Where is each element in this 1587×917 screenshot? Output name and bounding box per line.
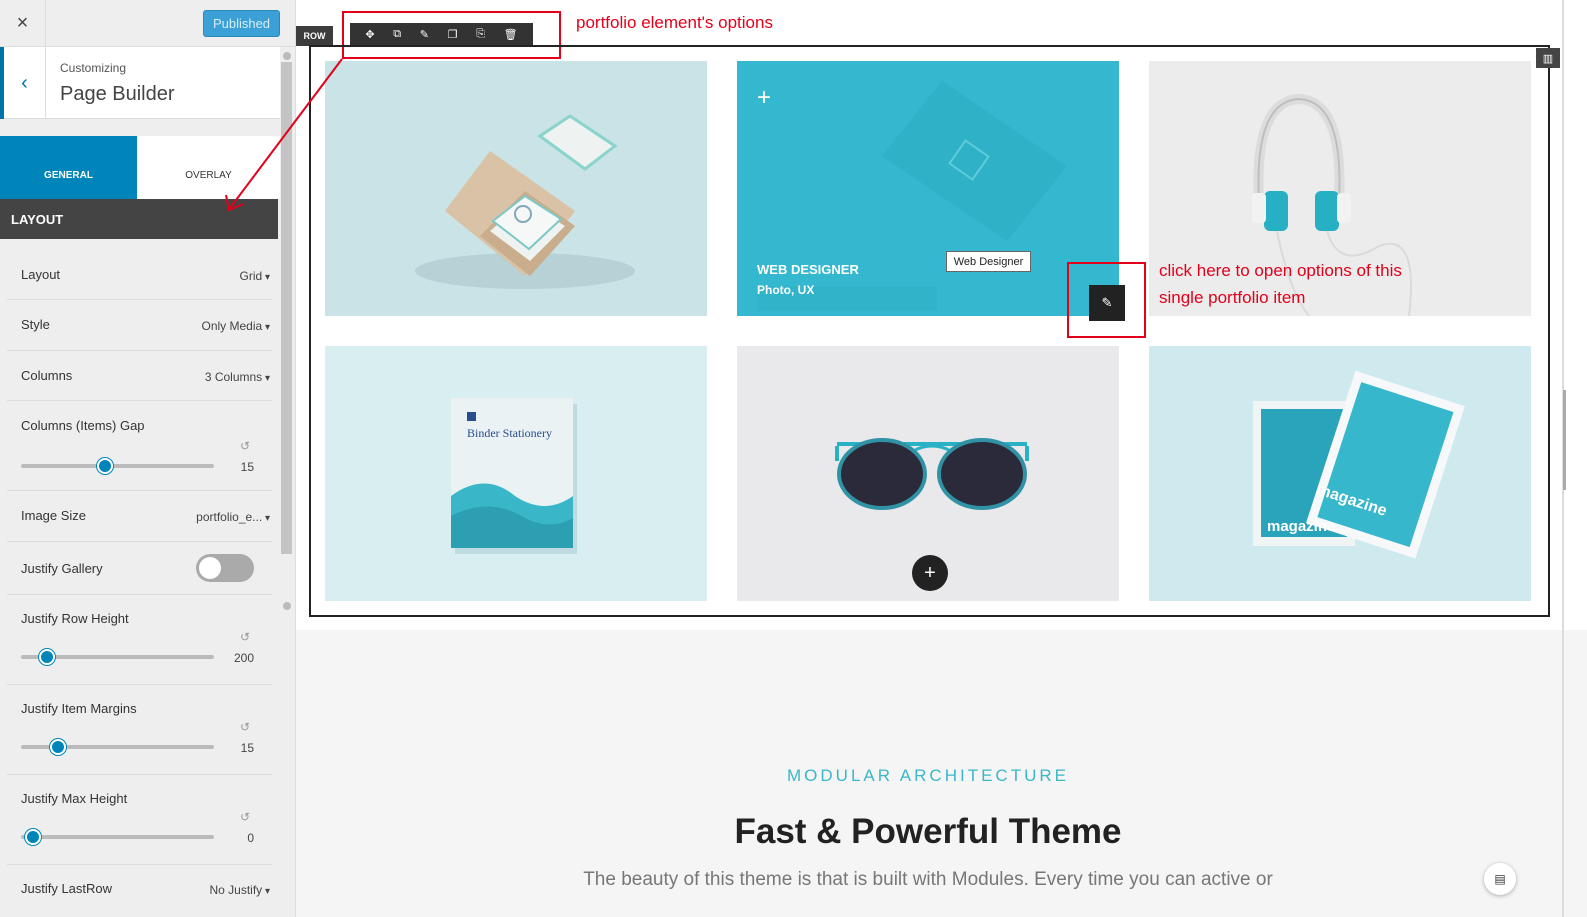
tab-general[interactable]: GENERAL [0, 136, 137, 199]
justify-gallery-toggle[interactable] [196, 554, 254, 582]
binder-stationery-image [325, 346, 707, 601]
annotation-box-edit [1067, 262, 1146, 338]
sidebar-topbar: × Published [0, 0, 295, 47]
justify-max-height-value: 0 [247, 831, 254, 845]
section-description: The beauty of this theme is that is buil… [583, 869, 1273, 890]
justify-gallery-label: Justify Gallery [21, 561, 103, 576]
image-size-field: Image Size portfolio_e... [7, 491, 272, 542]
sidebar-scrollbar-thumb[interactable] [281, 62, 292, 554]
close-icon[interactable]: × [0, 0, 46, 47]
justify-row-height-field: Justify Row Height ↺ 200 [7, 595, 272, 685]
columns-gap-label: Columns (Items) Gap [21, 418, 145, 433]
column-icon[interactable]: ▥ [1536, 48, 1560, 68]
portfolio-item-title: WEB DESIGNER [757, 262, 859, 277]
section-kicker: MODULAR ARCHITECTURE [787, 766, 1069, 785]
justify-item-margins-label: Justify Item Margins [21, 701, 137, 716]
page-scrollbar-thumb[interactable] [1563, 390, 1566, 490]
justify-item-margins-value: 15 [240, 741, 254, 755]
justify-item-margins-slider-thumb[interactable] [50, 739, 66, 755]
justify-max-height-label: Justify Max Height [21, 791, 128, 806]
layout-field: Layout Grid [7, 250, 272, 300]
justify-max-height-slider-thumb[interactable] [25, 829, 41, 845]
plus-icon[interactable]: + [757, 86, 771, 110]
justify-gallery-field: Justify Gallery [7, 542, 272, 595]
portfolio-item-magazine[interactable]: magazine magazine [1149, 346, 1531, 601]
sidebar-header: ‹ Customizing Page Builder [0, 47, 280, 119]
panel-title: Page Builder [60, 83, 175, 105]
options-tabs: GENERAL OVERLAY [0, 136, 280, 199]
justify-row-height-label: Justify Row Height [21, 611, 129, 626]
justify-max-height-slider[interactable] [21, 835, 214, 839]
published-button[interactable]: Published [203, 10, 280, 37]
add-element-button[interactable]: + [912, 555, 948, 591]
portfolio-item-business-cards[interactable] [325, 61, 707, 316]
justify-row-height-value: 200 [233, 651, 254, 665]
item-tooltip: Web Designer [946, 251, 1031, 272]
columns-label: Columns [21, 368, 73, 383]
section-headline: Fast & Powerful Theme [734, 812, 1122, 851]
back-icon[interactable]: ‹ [0, 47, 46, 119]
customizing-label: Customizing [60, 61, 127, 75]
magazine-back-label: magazine [1267, 518, 1336, 535]
style-field: Style Only Media [7, 300, 272, 351]
customizer-sidebar: × Published ‹ Customizing Page Builder G… [0, 0, 296, 917]
columns-select[interactable]: 3 Columns [205, 370, 270, 384]
style-label: Style [21, 317, 50, 332]
section-title: LAYOUT [0, 199, 278, 239]
reset-icon[interactable]: ↺ [240, 439, 250, 453]
columns-gap-field: Columns (Items) Gap ↺ 15 [7, 401, 272, 491]
portfolio-item-binder-stationery[interactable]: Binder Stationery [325, 346, 707, 601]
columns-gap-slider[interactable] [21, 464, 214, 468]
tab-overlay[interactable]: OVERLAY [137, 136, 280, 199]
document-icon[interactable]: ▤ [1484, 863, 1516, 895]
justify-lastrow-select[interactable]: No Justify [210, 883, 271, 897]
annotation-item-options-line1: click here to open options of this [1159, 261, 1402, 280]
web-designer-image [737, 61, 1119, 316]
layout-label: Layout [21, 267, 61, 282]
image-size-label: Image Size [21, 508, 87, 523]
columns-gap-value: 15 [240, 460, 254, 474]
justify-row-height-slider-thumb[interactable] [39, 649, 55, 665]
portfolio-item-category: Photo, UX [757, 283, 815, 297]
business-cards-image [325, 61, 707, 316]
scroll-up-icon[interactable] [283, 52, 291, 60]
justify-max-height-field: Justify Max Height ↺ 0 [7, 775, 272, 865]
justify-lastrow-field: Justify LastRow No Justify [7, 865, 272, 915]
columns-field: Columns 3 Columns [7, 351, 272, 401]
columns-gap-slider-thumb[interactable] [97, 458, 113, 474]
portfolio-item-web-designer[interactable] [737, 61, 1119, 316]
reset-icon[interactable]: ↺ [240, 630, 250, 644]
binder-title: Binder Stationery [467, 426, 552, 440]
layout-select[interactable]: Grid [240, 269, 270, 283]
row-badge[interactable]: ROW [296, 26, 333, 46]
annotation-element-options: portfolio element's options [576, 13, 773, 32]
annotation-item-options-line2: single portfolio item [1159, 288, 1306, 307]
magazine-image [1149, 346, 1531, 601]
reset-icon[interactable]: ↺ [240, 810, 250, 824]
reset-icon[interactable]: ↺ [240, 720, 250, 734]
justify-item-margins-field: Justify Item Margins ↺ 15 [7, 685, 272, 775]
image-size-select[interactable]: portfolio_e... [196, 510, 270, 524]
layout-options: Layout Grid Style Only Media Columns 3 C… [7, 250, 272, 915]
scroll-down-icon[interactable] [283, 602, 291, 610]
justify-lastrow-label: Justify LastRow [21, 881, 113, 896]
style-select[interactable]: Only Media [201, 319, 270, 333]
